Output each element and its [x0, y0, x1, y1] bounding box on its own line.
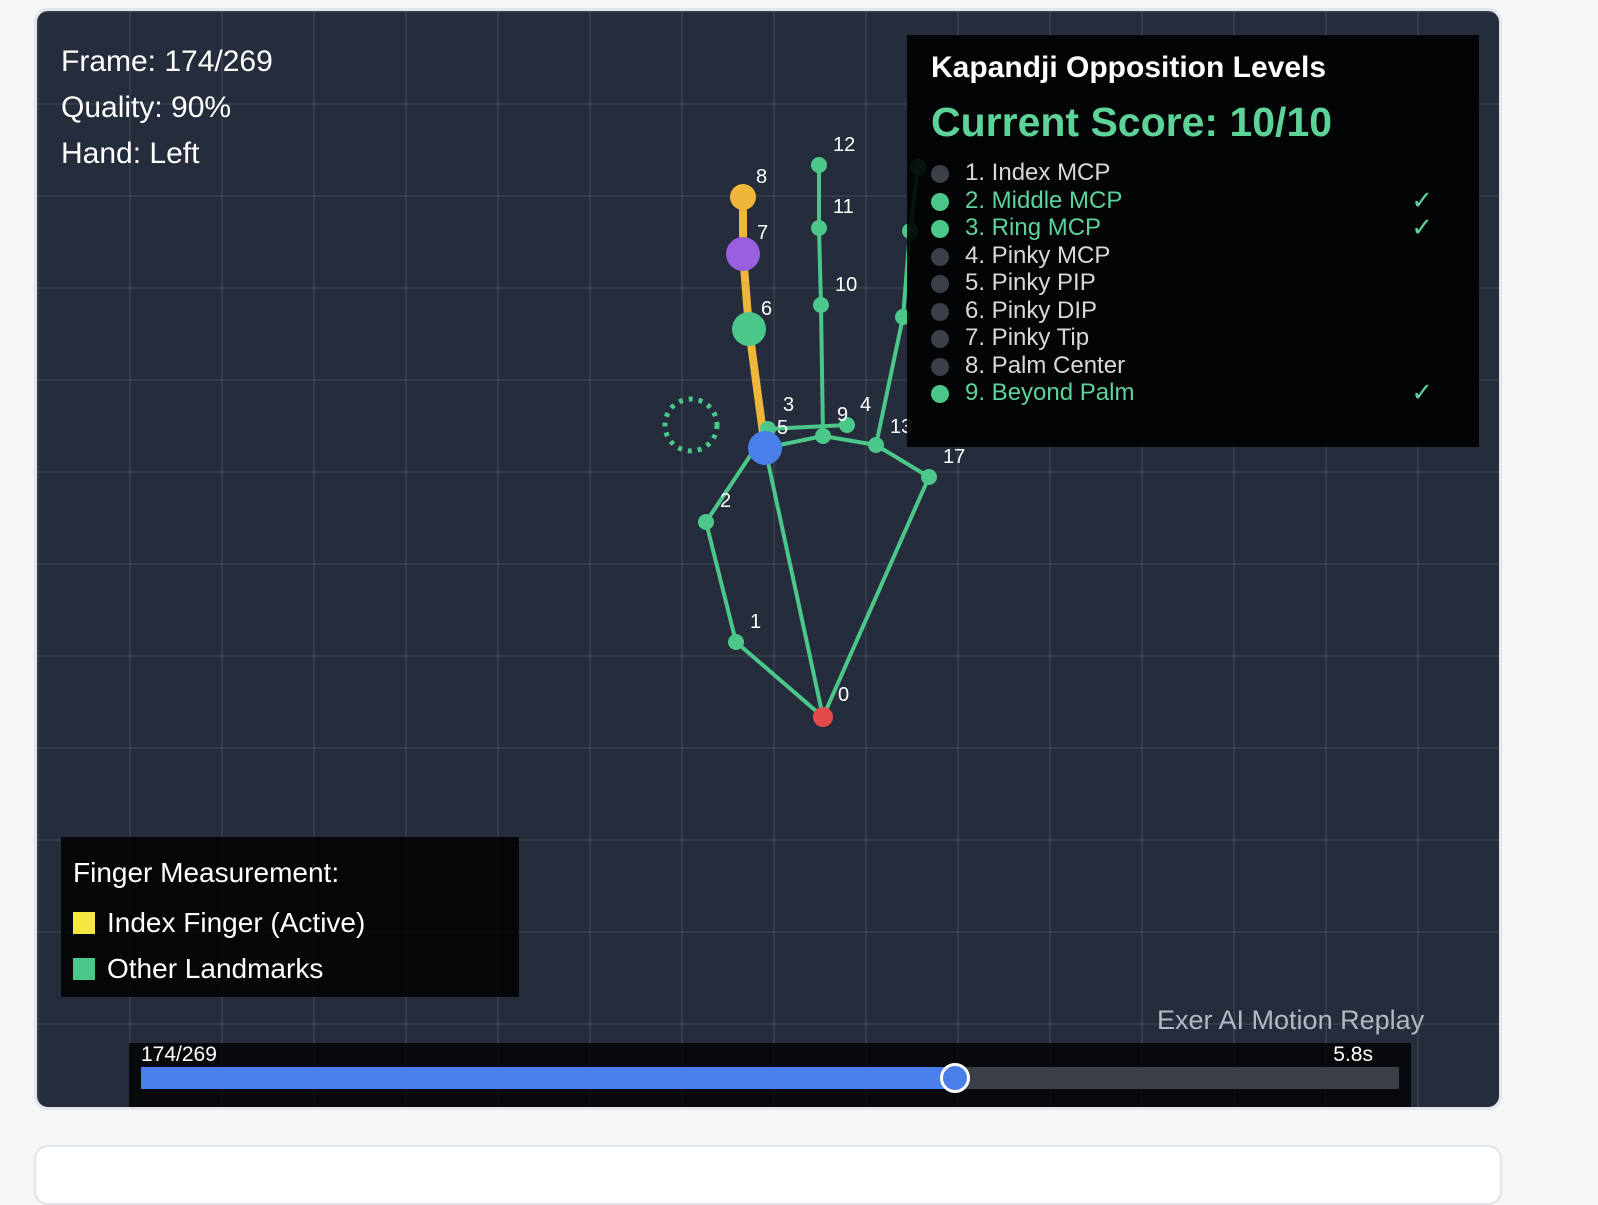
legend-title: Finger Measurement:: [73, 857, 340, 888]
finger-legend: Finger Measurement: Index Finger (Active…: [61, 837, 519, 997]
legend-item-index-finger: Index Finger (Active): [73, 907, 365, 939]
landmark-label-10: 10: [835, 274, 857, 296]
timeline-scrubber-handle[interactable]: [939, 1063, 970, 1093]
landmark-17: [921, 469, 937, 485]
kapandji-title: Kapandji Opposition Levels: [931, 51, 1327, 84]
timeline-time-label: 5.8s: [1333, 1043, 1373, 1066]
kapandji-level-item: 4. Pinky MCP: [931, 242, 1451, 270]
level-pending-dot-icon: [931, 357, 949, 376]
legend-item-other-landmarks: Other Landmarks: [73, 953, 323, 985]
landmark-9: [815, 428, 831, 444]
kapandji-level-label: 4. Pinky MCP: [965, 241, 1111, 269]
kapandji-score: Current Score: 10/10: [931, 99, 1333, 145]
landmark-label-5: 5: [777, 417, 788, 439]
level-achieved-dot-icon: [931, 220, 949, 238]
kapandji-level-label: 9. Beyond Palm: [965, 379, 1135, 406]
landmark-label-9: 9: [837, 404, 848, 426]
quality-indicator: Quality: 90%: [61, 91, 232, 124]
landmark-2: [698, 514, 714, 530]
landmark-label-12: 12: [833, 134, 855, 156]
kapandji-level-label: 7. Pinky Tip: [965, 324, 1090, 351]
timeline-frame-label: 174/269: [141, 1043, 217, 1066]
bone-10-11: [817, 227, 823, 306]
kapandji-level-item: 5. Pinky PIP: [931, 269, 1451, 297]
hand-side-indicator: Hand: Left: [61, 137, 200, 170]
landmark-10: [813, 297, 829, 313]
landmark-label-0: 0: [838, 684, 849, 706]
level-pending-dot-icon: [931, 275, 949, 293]
bone-9-10: [819, 304, 825, 437]
kapandji-level-label: 1. Index MCP: [965, 159, 1111, 186]
hud-info: Frame: 174/269 Quality: 90% Hand: Left: [61, 39, 273, 177]
next-card: [34, 1145, 1502, 1205]
landmark-12: [811, 157, 827, 173]
legend-item-label: Other Landmarks: [107, 953, 324, 984]
bone-13-17: [874, 443, 931, 479]
bone-0-17: [821, 476, 931, 718]
kapandji-level-label: 3. Ring MCP: [965, 214, 1102, 241]
level-pending-dot-icon: [931, 302, 949, 321]
kapandji-level-label: 6. Pinky DIP: [965, 296, 1098, 324]
checkmark-icon: ✓: [1411, 212, 1433, 242]
legend-item-label: Index Finger (Active): [107, 907, 366, 938]
kapandji-level-item: 8. Palm Center: [931, 352, 1451, 380]
landmark-label-6: 6: [761, 298, 772, 320]
landmark-label-2: 2: [720, 490, 731, 512]
legend-swatch: [73, 911, 95, 934]
kapandji-level-item: 6. Pinky DIP: [931, 297, 1451, 325]
checkmark-icon: ✓: [1411, 377, 1433, 407]
landmark-label-3: 3: [783, 394, 794, 416]
kapandji-level-item: 3. Ring MCP ✓: [931, 212, 1451, 242]
target-ring-icon: [662, 396, 720, 454]
frame-counter: Frame: 174/269: [61, 45, 273, 78]
landmark-label-7: 7: [757, 222, 768, 244]
motion-replay-viewer: 0 1 2 3 4 5 6 7 8 9 10 11 12 13 17 Frame: 174/269 Qual…: [34, 8, 1502, 1110]
kapandji-level-item: 2. Middle MCP ✓: [931, 184, 1451, 215]
landmark-0: [813, 707, 833, 727]
watermark-text: Exer AI Motion Replay: [1157, 1005, 1425, 1035]
kapandji-level-list: 1. Index MCP 2. Middle MCP ✓ 3. Ring MCP ✓ 4.…: [931, 159, 1451, 407]
landmark-label-11: 11: [833, 196, 854, 218]
landmark-13: [868, 437, 884, 453]
kapandji-level-item: 1. Index MCP: [931, 159, 1451, 187]
bone-9-13: [822, 434, 877, 447]
level-pending-dot-icon: [931, 247, 949, 266]
timeline-scrubber-track[interactable]: [141, 1063, 1399, 1093]
kapandji-panel: Kapandji Opposition Levels Current Score…: [907, 35, 1479, 447]
level-pending-dot-icon: [931, 165, 949, 183]
landmark-label-8: 8: [756, 166, 767, 188]
level-pending-dot-icon: [931, 330, 949, 348]
kapandji-level-item: 7. Pinky Tip: [931, 324, 1451, 352]
kapandji-level-label: 8. Palm Center: [965, 351, 1126, 379]
checkmark-icon: ✓: [1411, 184, 1433, 215]
kapandji-level-label: 2. Middle MCP: [965, 186, 1123, 214]
landmark-label-17: 17: [943, 446, 965, 468]
landmark-label-1: 1: [750, 611, 761, 633]
landmark-label-4: 4: [860, 394, 871, 416]
landmark-1: [728, 634, 744, 650]
bone-1-2: [704, 521, 738, 643]
kapandji-level-label: 5. Pinky PIP: [965, 269, 1096, 296]
timeline-progress-fill: [141, 1067, 955, 1089]
kapandji-level-item: 9. Beyond Palm ✓: [931, 377, 1451, 407]
landmark-11: [811, 220, 827, 236]
landmark-7: [726, 237, 760, 271]
timeline: 174/269 5.8s: [129, 1043, 1411, 1107]
landmark-8: [730, 184, 756, 210]
level-achieved-dot-icon: [931, 192, 949, 211]
legend-swatch: [73, 957, 95, 980]
level-achieved-dot-icon: [931, 385, 949, 403]
